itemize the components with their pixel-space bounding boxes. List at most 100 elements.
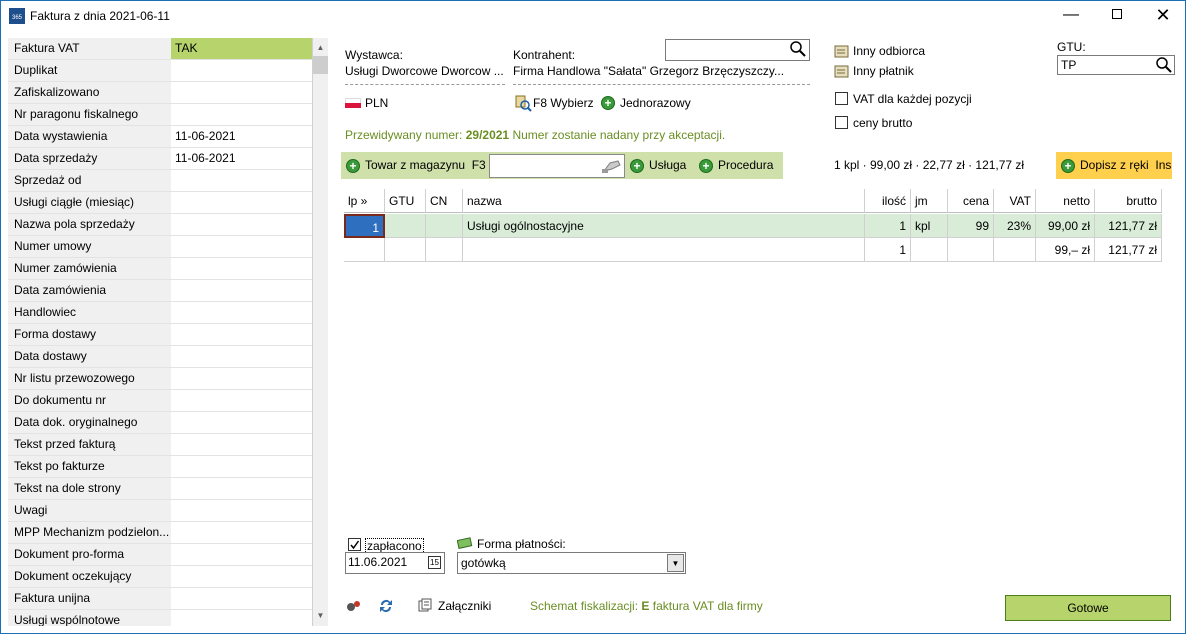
property-row[interactable]: Tekst przed fakturą	[8, 434, 312, 456]
grid-cell[interactable]	[948, 238, 994, 262]
property-row[interactable]: MPP Mechanizm podzielon...	[8, 522, 312, 544]
grid-cell[interactable]: Usługi ogólnostacyjne	[463, 214, 865, 238]
tools-icon[interactable]	[345, 598, 363, 614]
property-value[interactable]	[171, 478, 312, 499]
property-row[interactable]: Usługi wspólnotowe	[8, 610, 312, 626]
gross-prices-checkbox[interactable]	[835, 116, 848, 129]
property-value[interactable]	[171, 588, 312, 609]
property-value[interactable]	[171, 390, 312, 411]
property-value[interactable]	[171, 544, 312, 565]
grid-cell[interactable]	[344, 238, 385, 262]
property-value[interactable]	[171, 82, 312, 103]
gotowe-button[interactable]: Gotowe	[1005, 595, 1171, 621]
close-button[interactable]: ✕	[1140, 0, 1186, 32]
property-value[interactable]	[171, 522, 312, 543]
column-header[interactable]: lp »	[344, 189, 385, 213]
property-row[interactable]: Zafiskalizowano	[8, 82, 312, 104]
search-icon[interactable]	[789, 40, 807, 58]
property-row[interactable]: Do dokumentu nr	[8, 390, 312, 412]
column-header[interactable]: jm	[911, 189, 948, 213]
property-value[interactable]	[171, 324, 312, 345]
scroll-down-icon[interactable]: ▼	[313, 608, 328, 624]
property-value[interactable]	[171, 104, 312, 125]
property-row[interactable]: Handlowiec	[8, 302, 312, 324]
property-row[interactable]: Numer umowy	[8, 236, 312, 258]
contact-search-icon[interactable]	[514, 94, 532, 112]
column-header[interactable]: cena	[948, 189, 994, 213]
grid-cell[interactable]: 121,77 zł	[1095, 238, 1162, 262]
property-row[interactable]: Dokument oczekujący	[8, 566, 312, 588]
property-row[interactable]: Data wystawienia 11-06-2021	[8, 126, 312, 148]
property-value[interactable]	[171, 236, 312, 257]
chevron-down-icon[interactable]: ▼	[667, 554, 684, 572]
property-value[interactable]	[171, 412, 312, 433]
currency-label[interactable]: PLN	[365, 96, 388, 110]
zaplacono-checkbox[interactable]	[348, 538, 361, 551]
grid-cell[interactable]	[385, 214, 426, 238]
property-row[interactable]: Sprzedaż od	[8, 170, 312, 192]
property-row[interactable]: Nr paragonu fiskalnego	[8, 104, 312, 126]
grid-cell[interactable]: 99	[948, 214, 994, 238]
property-row[interactable]: Uwagi	[8, 500, 312, 522]
property-row[interactable]: Faktura unijna	[8, 588, 312, 610]
inny-odbiorca-button[interactable]: Inny odbiorca	[853, 44, 925, 58]
property-value[interactable]: TAK	[171, 38, 312, 59]
grid-cell[interactable]: 99,00 zł	[1036, 214, 1095, 238]
towar-z-magazynu-button[interactable]: Towar z magazynu F3	[365, 158, 486, 172]
zalaczniki-button[interactable]: Załączniki	[438, 599, 491, 613]
property-value[interactable]	[171, 192, 312, 213]
property-row[interactable]: Data dostawy	[8, 346, 312, 368]
property-value[interactable]	[171, 214, 312, 235]
grid-cell[interactable]: 23%	[994, 214, 1036, 238]
procedura-button[interactable]: Procedura	[718, 158, 773, 172]
grid-cell[interactable]: kpl	[911, 214, 948, 238]
inny-platnik-button[interactable]: Inny płatnik	[853, 64, 914, 78]
property-value[interactable]	[171, 434, 312, 455]
property-row[interactable]: Faktura VAT TAK	[8, 38, 312, 60]
column-header[interactable]: GTU	[385, 189, 426, 213]
vat-per-item-checkbox[interactable]	[835, 92, 848, 105]
column-header[interactable]: CN	[426, 189, 463, 213]
property-row[interactable]: Nr listu przewozowego	[8, 368, 312, 390]
grid-cell[interactable]	[426, 214, 463, 238]
calendar-icon[interactable]: 15	[428, 556, 441, 569]
grid-cell[interactable]	[911, 238, 948, 262]
gtu-search-icon[interactable]	[1155, 56, 1173, 74]
property-value[interactable]	[171, 258, 312, 279]
property-value[interactable]	[171, 500, 312, 521]
jednorazowy-button[interactable]: Jednorazowy	[620, 96, 691, 110]
property-row[interactable]: Data zamówienia	[8, 280, 312, 302]
kontrahent-value[interactable]: Firma Handlowa "Sałata" Grzegorz Brzęczy…	[513, 64, 784, 78]
usluga-button[interactable]: Usługa	[649, 158, 686, 172]
grid-cell[interactable]: 99,– zł	[1036, 238, 1095, 262]
grid-cell[interactable]: 1	[865, 214, 911, 238]
property-row[interactable]: Data sprzedaży 11-06-2021	[8, 148, 312, 170]
f8-wybierz-button[interactable]: F8 Wybierz	[533, 96, 594, 110]
property-value[interactable]	[171, 610, 312, 626]
grid-cell[interactable]	[385, 238, 426, 262]
property-row[interactable]: Duplikat	[8, 60, 312, 82]
scroll-up-icon[interactable]: ▲	[313, 40, 328, 56]
barcode-scanner-icon[interactable]	[600, 157, 622, 175]
property-row[interactable]: Tekst na dole strony	[8, 478, 312, 500]
grid-cell[interactable]: 1	[865, 238, 911, 262]
property-row[interactable]: Usługi ciągłe (miesiąc)	[8, 192, 312, 214]
wystawca-value[interactable]: Usługi Dworcowe Dworcow ...	[345, 64, 504, 78]
scroll-thumb[interactable]	[313, 56, 328, 74]
grid-cell[interactable]: 1	[344, 214, 385, 238]
grid-cell[interactable]	[994, 238, 1036, 262]
column-header[interactable]: nazwa	[463, 189, 865, 213]
property-value[interactable]	[171, 280, 312, 301]
property-value[interactable]	[171, 302, 312, 323]
property-row[interactable]: Data dok. oryginalnego	[8, 412, 312, 434]
property-row[interactable]: Numer zamówienia	[8, 258, 312, 280]
property-value[interactable]	[171, 60, 312, 81]
minimize-button[interactable]: —	[1048, 0, 1094, 32]
grid-cell[interactable]: 121,77 zł	[1095, 214, 1162, 238]
property-value[interactable]: 11-06-2021	[171, 148, 312, 169]
column-header[interactable]: brutto	[1095, 189, 1162, 213]
properties-scrollbar[interactable]	[313, 38, 328, 626]
maximize-button[interactable]	[1094, 0, 1140, 32]
property-value[interactable]	[171, 170, 312, 191]
forma-platnosci-select[interactable]: gotówką	[457, 552, 686, 574]
